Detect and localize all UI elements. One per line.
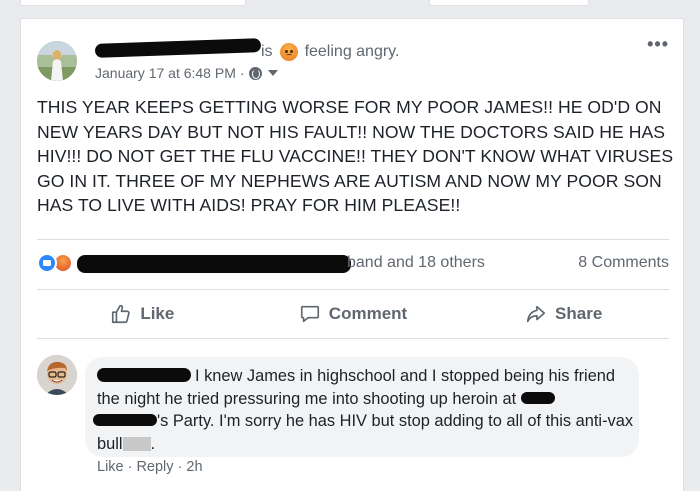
post-body: THIS YEAR KEEPS GETTING WORSE FOR MY POO… (37, 97, 674, 215)
censored-word (122, 436, 151, 451)
commenter-avatar[interactable] (37, 355, 77, 395)
comment-text: I knew James in highschool and I stopped… (93, 365, 637, 455)
share-icon (526, 305, 546, 323)
divider (37, 239, 669, 240)
meta-separator: · (239, 65, 245, 81)
like-label: Like (140, 304, 175, 323)
commenter-name-redaction[interactable] (97, 368, 191, 382)
post-timestamp[interactable]: January 17 at 6:48 PM (95, 65, 236, 81)
share-label: Share (555, 304, 603, 323)
post-meta: January 17 at 6:48 PM · (95, 65, 278, 81)
more-icon[interactable]: ••• (647, 35, 669, 53)
status-prefix: is (261, 43, 273, 60)
angry-emoji-icon (279, 43, 298, 61)
comment-icon (300, 305, 319, 323)
thumbs-up-icon (112, 304, 131, 324)
divider (37, 338, 669, 339)
previous-card-edge-left (20, 0, 246, 6)
reactors-text[interactable]: band and 18 others (347, 254, 485, 272)
globe-icon[interactable] (248, 66, 262, 80)
comments-count[interactable]: 8 Comments (578, 254, 669, 272)
previous-card-edge-right (429, 0, 589, 6)
comment-line2: 's Party. I'm sorry he has HIV but stop … (97, 412, 634, 453)
comment-timestamp[interactable]: 2h (186, 459, 202, 475)
comment-label: Comment (328, 304, 408, 323)
comment-like-link[interactable]: Like (97, 459, 124, 475)
comment-reply-link[interactable]: Reply (136, 459, 173, 475)
post-actions: Like Comment Share (37, 291, 669, 337)
feeling-text[interactable]: feeling angry. (305, 43, 400, 61)
comment-end: . (150, 434, 156, 453)
like-button[interactable]: Like (37, 291, 248, 337)
author-name-redaction (94, 38, 262, 58)
post-card: is feeling angry. January 17 at 6:48 PM … (20, 18, 684, 491)
post-header: is feeling angry. (261, 43, 399, 61)
share-button[interactable]: Share (458, 291, 669, 337)
like-reaction-icon[interactable] (37, 253, 57, 273)
reaction-stats: band and 18 others 8 Comments (37, 251, 669, 275)
comment-name-redaction-2 (93, 414, 157, 426)
comment-actions: Like · Reply · 2h (97, 459, 203, 475)
caret-down-icon[interactable] (267, 70, 278, 76)
divider (37, 289, 669, 290)
reactor-names-redaction (77, 255, 351, 273)
comment-button[interactable]: Comment (248, 291, 459, 337)
author-avatar[interactable] (37, 41, 77, 81)
comment-name-redaction (520, 391, 555, 404)
